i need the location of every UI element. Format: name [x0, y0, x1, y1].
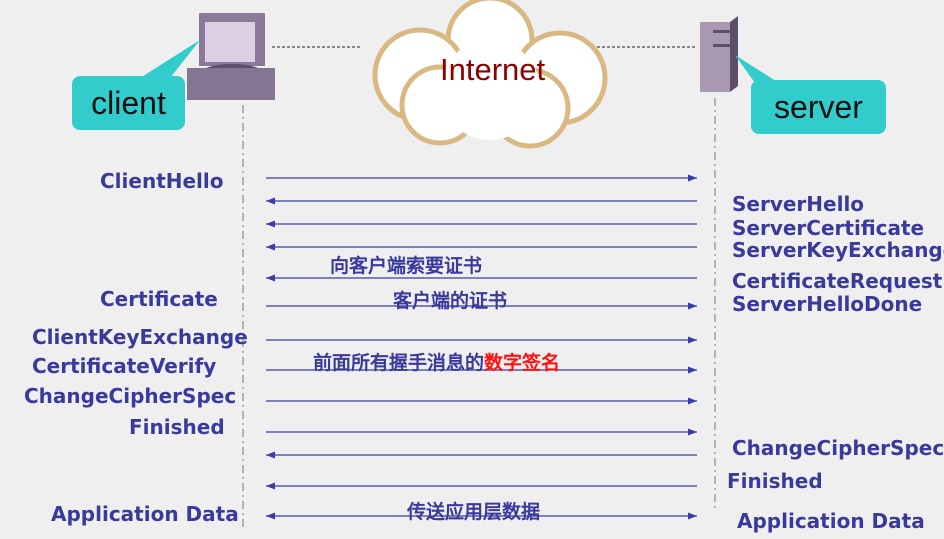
msg-client-key-exchange: ClientKeyExchange: [32, 325, 248, 349]
msg-server-certificate: ServerCertificate: [732, 216, 925, 240]
server-label: server: [751, 80, 886, 134]
message-arrow-right: [266, 428, 697, 436]
message-arrow-right: [266, 397, 697, 405]
msg-app-data-client: Application Data: [51, 502, 239, 526]
message-arrow-left: [266, 197, 697, 205]
note-request-cert: 向客户端索要证书: [330, 255, 483, 277]
msg-server-hello-done: ServerHelloDone: [732, 292, 923, 316]
msg-client-hello: ClientHello: [100, 169, 224, 193]
msg-server-hello: ServerHello: [732, 192, 865, 216]
msg-certificate-request: CertificateRequest: [732, 269, 943, 293]
tls-handshake-diagram: client server Internet ClientHello Certi…: [0, 0, 944, 539]
message-arrow-left: [266, 482, 697, 490]
message-arrow-left: [266, 451, 697, 459]
server-icon: [700, 16, 738, 92]
msg-server-key-exchange: ServerKeyExchange: [732, 238, 944, 262]
note-signature: 前面所有握手消息的数字签名: [313, 351, 560, 375]
msg-certificate-verify: CertificateVerify: [32, 354, 217, 378]
message-arrow-right: [266, 174, 697, 182]
message-arrow-left: [266, 243, 697, 251]
msg-finished-client: Finished: [129, 415, 225, 439]
msg-app-data-server: Application Data: [737, 509, 925, 533]
note-signature-highlight: 数字签名: [484, 352, 561, 374]
client-label: client: [72, 76, 185, 130]
msg-change-cipher-spec-server: ChangeCipherSpec: [732, 436, 944, 460]
note-signature-prefix: 前面所有握手消息的: [313, 352, 485, 374]
note-app-data: 传送应用层数据: [407, 501, 541, 523]
message-arrow-left: [266, 220, 697, 228]
computer-icon: [187, 13, 275, 100]
note-client-cert: 客户端的证书: [393, 290, 508, 312]
internet-label: Internet: [440, 52, 546, 87]
msg-change-cipher-spec-client: ChangeCipherSpec: [24, 384, 237, 408]
msg-finished-server: Finished: [727, 469, 823, 493]
msg-certificate: Certificate: [100, 287, 218, 311]
message-arrow-right: [266, 336, 697, 344]
